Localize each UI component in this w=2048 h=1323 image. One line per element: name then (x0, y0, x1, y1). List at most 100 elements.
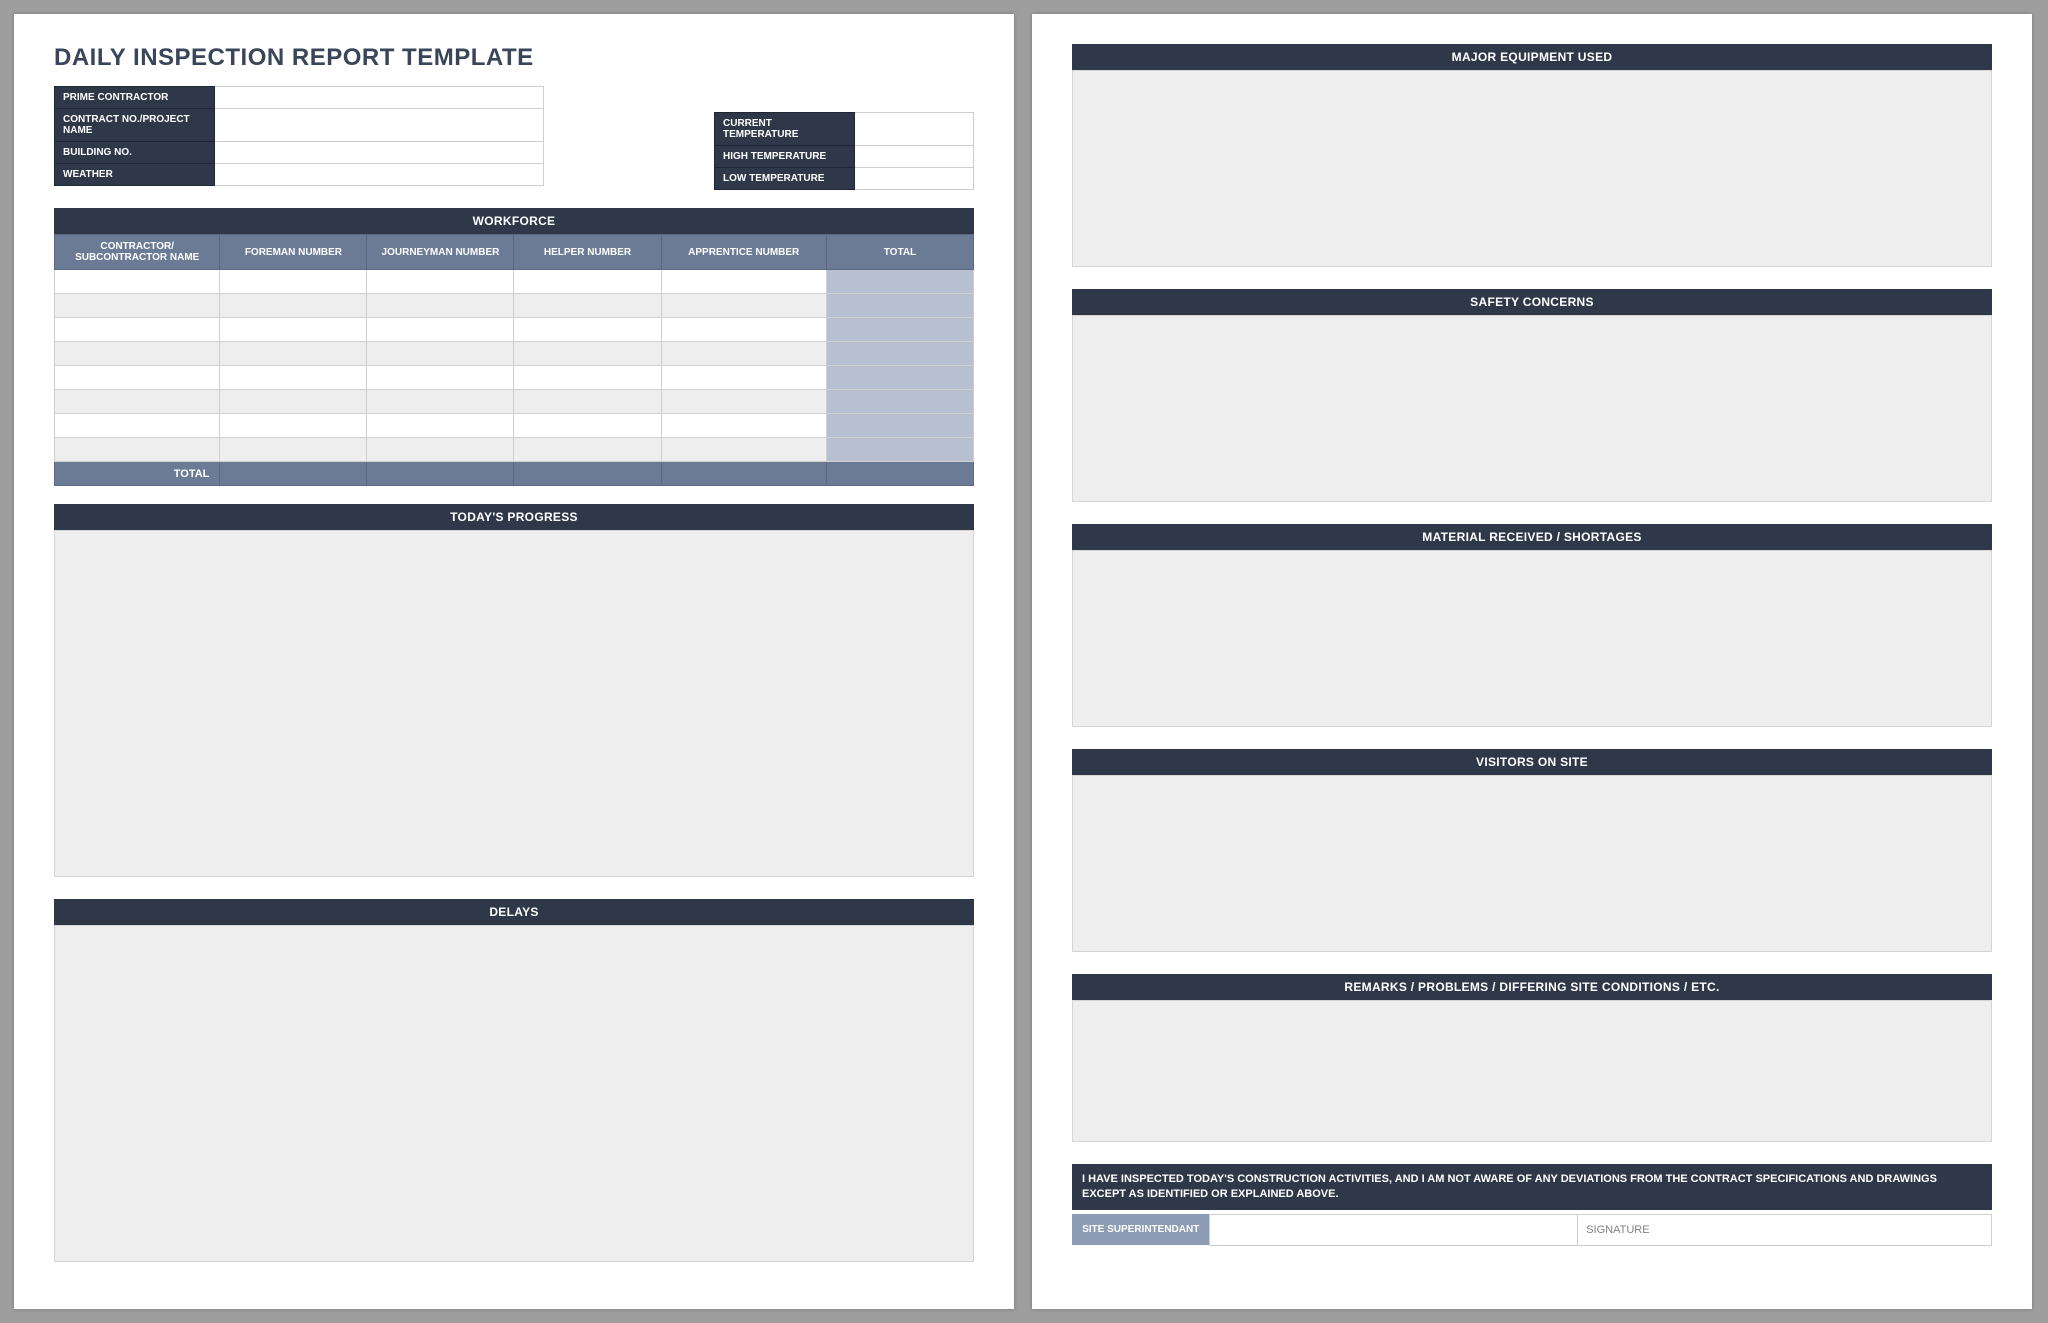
field-low-temp[interactable] (855, 168, 974, 190)
page-title: DAILY INSPECTION REPORT TEMPLATE (54, 44, 974, 72)
wf-cell[interactable] (220, 414, 367, 438)
field-signature[interactable]: SIGNATURE (1578, 1214, 1992, 1245)
wf-cell[interactable] (514, 366, 661, 390)
wf-cell-total[interactable] (826, 414, 973, 438)
wf-cell[interactable] (661, 390, 826, 414)
wf-cell[interactable] (367, 366, 514, 390)
col-helper: HELPER NUMBER (514, 235, 661, 270)
wf-cell[interactable] (367, 270, 514, 294)
col-journeyman: JOURNEYMAN NUMBER (367, 235, 514, 270)
field-superintendant[interactable] (1210, 1214, 1578, 1245)
wf-cell[interactable] (367, 342, 514, 366)
wf-total-cell[interactable] (826, 462, 973, 486)
label-contract-project: CONTRACT NO./PROJECT NAME (55, 109, 215, 142)
wf-cell[interactable] (220, 366, 367, 390)
wf-cell[interactable] (514, 342, 661, 366)
wf-cell[interactable] (661, 294, 826, 318)
wf-cell-total[interactable] (826, 270, 973, 294)
field-material[interactable] (1072, 550, 1992, 727)
label-current-temp: CURRENT TEMPERATURE (715, 113, 855, 146)
wf-cell[interactable] (661, 342, 826, 366)
wf-cell[interactable] (514, 414, 661, 438)
col-apprentice: APPRENTICE NUMBER (661, 235, 826, 270)
wf-cell[interactable] (514, 438, 661, 462)
wf-cell[interactable] (661, 414, 826, 438)
section-header-remarks: REMARKS / PROBLEMS / DIFFERING SITE COND… (1072, 974, 1992, 1000)
wf-cell-total[interactable] (826, 366, 973, 390)
wf-cell[interactable] (220, 294, 367, 318)
wf-total-cell[interactable] (661, 462, 826, 486)
wf-cell[interactable] (55, 270, 220, 294)
section-header-delays: DELAYS (54, 899, 974, 925)
field-contract-project[interactable] (215, 109, 544, 142)
field-prime-contractor[interactable] (215, 87, 544, 109)
wf-cell[interactable] (367, 390, 514, 414)
label-low-temp: LOW TEMPERATURE (715, 168, 855, 190)
page-1: DAILY INSPECTION REPORT TEMPLATE PRIME C… (14, 14, 1014, 1309)
field-current-temp[interactable] (855, 113, 974, 146)
workforce-table: CONTRACTOR/ SUBCONTRACTOR NAME FOREMAN N… (54, 234, 974, 486)
wf-cell[interactable] (220, 438, 367, 462)
section-header-progress: TODAY'S PROGRESS (54, 504, 974, 530)
wf-cell[interactable] (220, 390, 367, 414)
document-spread: DAILY INSPECTION REPORT TEMPLATE PRIME C… (0, 0, 2048, 1323)
section-header-workforce: WORKFORCE (54, 208, 974, 234)
wf-cell[interactable] (514, 270, 661, 294)
wf-cell[interactable] (55, 294, 220, 318)
wf-cell-total[interactable] (826, 390, 973, 414)
field-weather[interactable] (215, 164, 544, 186)
info-table-left: PRIME CONTRACTOR CONTRACT NO./PROJECT NA… (54, 86, 544, 186)
wf-cell[interactable] (661, 318, 826, 342)
wf-cell-total[interactable] (826, 294, 973, 318)
label-building-no: BUILDING NO. (55, 142, 215, 164)
field-progress[interactable] (54, 530, 974, 877)
field-remarks[interactable] (1072, 1000, 1992, 1142)
wf-cell[interactable] (55, 438, 220, 462)
section-header-visitors: VISITORS ON SITE (1072, 749, 1992, 775)
wf-total-label: TOTAL (55, 462, 220, 486)
wf-cell[interactable] (661, 366, 826, 390)
wf-cell[interactable] (55, 366, 220, 390)
label-weather: WEATHER (55, 164, 215, 186)
info-table-right: CURRENT TEMPERATURE HIGH TEMPERATURE LOW… (714, 112, 974, 190)
wf-cell[interactable] (367, 294, 514, 318)
wf-cell-total[interactable] (826, 318, 973, 342)
section-header-material: MATERIAL RECEIVED / SHORTAGES (1072, 524, 1992, 550)
field-delays[interactable] (54, 925, 974, 1262)
wf-cell[interactable] (55, 390, 220, 414)
label-high-temp: HIGH TEMPERATURE (715, 146, 855, 168)
field-safety[interactable] (1072, 315, 1992, 502)
wf-total-cell[interactable] (220, 462, 367, 486)
wf-cell[interactable] (220, 318, 367, 342)
section-header-safety: SAFETY CONCERNS (1072, 289, 1992, 315)
wf-cell[interactable] (661, 438, 826, 462)
col-contractor: CONTRACTOR/ SUBCONTRACTOR NAME (55, 235, 220, 270)
wf-cell-total[interactable] (826, 342, 973, 366)
wf-cell[interactable] (514, 390, 661, 414)
field-high-temp[interactable] (855, 146, 974, 168)
wf-cell[interactable] (367, 414, 514, 438)
wf-cell[interactable] (220, 270, 367, 294)
wf-total-cell[interactable] (367, 462, 514, 486)
wf-total-cell[interactable] (514, 462, 661, 486)
field-building-no[interactable] (215, 142, 544, 164)
wf-cell[interactable] (367, 318, 514, 342)
wf-cell[interactable] (55, 342, 220, 366)
wf-cell[interactable] (367, 438, 514, 462)
wf-cell[interactable] (55, 414, 220, 438)
wf-cell[interactable] (661, 270, 826, 294)
field-equipment[interactable] (1072, 70, 1992, 267)
col-total: TOTAL (826, 235, 973, 270)
attestation-statement: I HAVE INSPECTED TODAY'S CONSTRUCTION AC… (1072, 1164, 1992, 1210)
field-visitors[interactable] (1072, 775, 1992, 952)
signature-table: SITE SUPERINTENDANT SIGNATURE (1072, 1214, 1992, 1246)
label-superintendant: SITE SUPERINTENDANT (1072, 1214, 1210, 1245)
wf-cell[interactable] (220, 342, 367, 366)
wf-cell[interactable] (55, 318, 220, 342)
wf-cell[interactable] (514, 294, 661, 318)
section-header-equipment: MAJOR EQUIPMENT USED (1072, 44, 1992, 70)
wf-cell-total[interactable] (826, 438, 973, 462)
col-foreman: FOREMAN NUMBER (220, 235, 367, 270)
label-prime-contractor: PRIME CONTRACTOR (55, 87, 215, 109)
wf-cell[interactable] (514, 318, 661, 342)
